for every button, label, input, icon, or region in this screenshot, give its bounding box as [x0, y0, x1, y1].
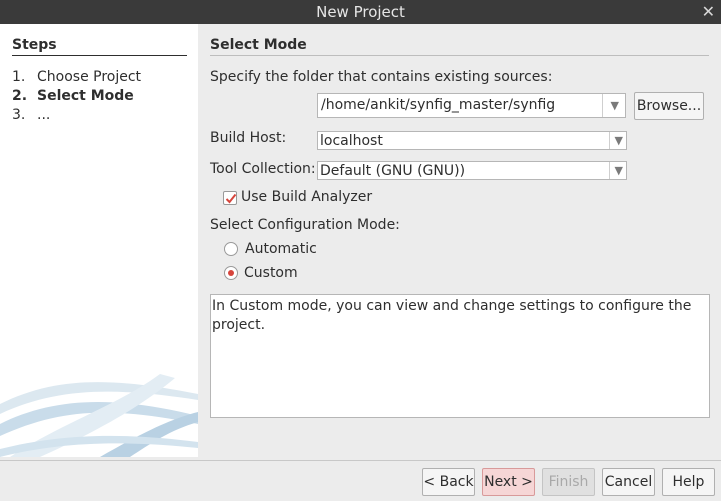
window-title: New Project [316, 3, 405, 21]
build-host-label: Build Host: [210, 130, 287, 146]
folder-combo[interactable]: /home/ankit/synfig_master/synfig ▼ [317, 93, 626, 118]
steps-list: 1. Choose Project 2. Select Mode 3.... [12, 68, 141, 125]
automatic-radio[interactable] [224, 242, 238, 256]
checkmark-icon [225, 193, 237, 204]
mode-description: In Custom mode, you can view and change … [210, 294, 710, 418]
step-label: ... [37, 107, 51, 123]
chevron-down-icon[interactable]: ▼ [615, 162, 623, 180]
chevron-down-icon[interactable]: ▼ [615, 132, 623, 150]
build-host-combo[interactable]: localhost ▼ [317, 131, 627, 150]
steps-panel: Steps 1. Choose Project 2. Select Mode 3..… [0, 24, 198, 457]
title-divider [210, 55, 709, 56]
step-label: Choose Project [37, 69, 142, 85]
combo-separator [602, 94, 603, 117]
footer-divider [0, 460, 721, 461]
tool-collection-combo[interactable]: Default (GNU (GNU)) ▼ [317, 161, 627, 180]
build-host-value: localhost [320, 133, 383, 149]
custom-radio-label[interactable]: Custom [244, 265, 298, 281]
tool-collection-value: Default (GNU (GNU)) [320, 163, 466, 179]
close-icon[interactable]: ✕ [702, 2, 715, 22]
finish-button[interactable]: Finish [542, 468, 595, 496]
next-button[interactable]: Next > [482, 468, 535, 496]
help-button[interactable]: Help [662, 468, 715, 496]
config-mode-label: Select Configuration Mode: [210, 217, 400, 233]
title-bar: New Project ✕ [0, 0, 721, 24]
step-number: 2. [12, 88, 28, 104]
folder-value: /home/ankit/synfig_master/synfig [321, 97, 556, 113]
browse-button[interactable]: Browse... [634, 92, 704, 120]
cancel-button[interactable]: Cancel [602, 468, 655, 496]
page-title: Select Mode [210, 37, 307, 53]
step-label: Select Mode [37, 88, 134, 104]
step-item-1: 1. Choose Project [12, 68, 141, 87]
use-build-analyzer-label[interactable]: Use Build Analyzer [241, 189, 372, 205]
back-button[interactable]: < Back [422, 468, 475, 496]
step-item-2: 2. Select Mode [12, 87, 141, 106]
radio-selected-dot [228, 270, 234, 276]
step-item-3: 3.... [12, 106, 141, 125]
custom-radio[interactable] [224, 266, 238, 280]
steps-heading: Steps [12, 37, 57, 53]
use-build-analyzer-checkbox[interactable] [223, 191, 237, 205]
automatic-radio-label[interactable]: Automatic [245, 241, 317, 257]
combo-separator [609, 162, 610, 179]
main-panel: Select Mode Specify the folder that cont… [198, 24, 721, 457]
step-number: 1. [12, 69, 26, 85]
folder-label: Specify the folder that contains existin… [210, 69, 553, 85]
wizard-decoration-graphic [0, 374, 198, 457]
tool-collection-label: Tool Collection: [210, 161, 316, 177]
chevron-down-icon[interactable]: ▼ [611, 97, 619, 115]
combo-separator [609, 132, 610, 149]
step-number: 3. [12, 107, 26, 123]
steps-divider [12, 55, 187, 56]
